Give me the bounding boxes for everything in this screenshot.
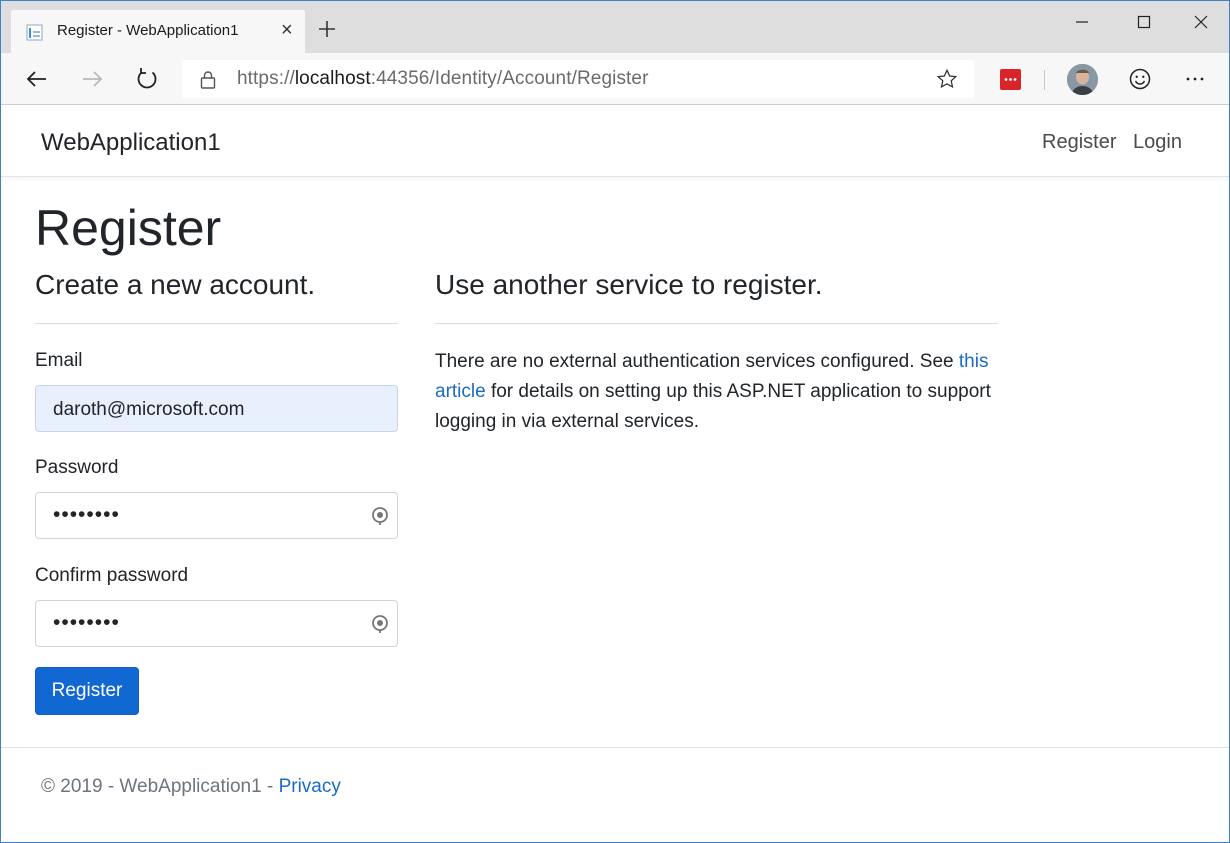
feedback-smiley-icon[interactable] (1128, 67, 1152, 91)
confirm-password-label: Confirm password (35, 565, 189, 586)
external-divider (435, 323, 998, 324)
new-tab-icon[interactable] (315, 17, 339, 41)
form-divider (35, 323, 398, 324)
site-navbar: WebApplication1 Register Login (1, 106, 1229, 177)
close-tab-icon[interactable]: × (281, 20, 293, 40)
external-services-message: There are no external authentication ser… (435, 347, 1005, 437)
page-favicon-icon (26, 24, 43, 41)
lock-icon[interactable] (200, 70, 216, 89)
title-bar: Register - WebApplication1 × (1, 1, 1229, 53)
footer-text: © 2019 - WebApplication1 - Privacy (41, 776, 341, 798)
browser-toolbar: https://localhost:44356/Identity/Account… (1, 53, 1229, 105)
nav-login-link[interactable]: Login (1133, 131, 1182, 154)
confirm-password-reveal-icon[interactable] (370, 614, 390, 634)
password-field[interactable]: •••••••• (35, 492, 398, 539)
forward-arrow-icon[interactable] (78, 65, 106, 93)
password-label: Password (35, 457, 119, 478)
nav-register-link[interactable]: Register (1042, 131, 1116, 154)
external-text-after: for details on setting up this ASP.NET a… (435, 381, 991, 432)
email-label: Email (35, 350, 83, 371)
back-arrow-icon[interactable] (23, 65, 51, 93)
toolbar-divider (1044, 70, 1045, 90)
confirm-password-value: •••••••• (53, 611, 120, 634)
footer-copyright: © 2019 - WebApplication1 - (41, 776, 279, 797)
password-reveal-icon[interactable] (370, 506, 390, 526)
refresh-icon[interactable] (133, 65, 161, 93)
url-host: localhost (294, 68, 371, 89)
external-login-heading: Use another service to register. (435, 269, 823, 300)
form-heading: Create a new account. (35, 269, 316, 300)
brand-link[interactable]: WebApplication1 (41, 129, 221, 157)
page-title: Register (35, 200, 222, 256)
browser-window: Register - WebApplication1 × https://loc… (0, 0, 1230, 843)
url-path: :44356/Identity/Account/Register (370, 68, 649, 89)
password-manager-extension-icon[interactable] (1000, 69, 1021, 90)
minimize-icon[interactable] (1067, 9, 1097, 35)
password-value: •••••••• (53, 503, 120, 526)
email-value: daroth@microsoft.com (53, 399, 245, 420)
tab-title: Register - WebApplication1 (57, 22, 239, 39)
privacy-link[interactable]: Privacy (279, 776, 341, 797)
url-text[interactable]: https://localhost:44356/Identity/Account… (237, 68, 649, 90)
register-submit-button[interactable]: Register (35, 667, 139, 715)
favorite-star-icon[interactable] (936, 68, 958, 90)
confirm-password-field[interactable]: •••••••• (35, 600, 398, 647)
more-options-icon[interactable] (1183, 67, 1207, 91)
browser-tab[interactable]: Register - WebApplication1 × (11, 10, 305, 53)
address-bar[interactable]: https://localhost:44356/Identity/Account… (182, 60, 974, 98)
maximize-icon[interactable] (1129, 9, 1159, 35)
site-footer: © 2019 - WebApplication1 - Privacy (1, 747, 1229, 843)
profile-avatar[interactable] (1067, 64, 1098, 95)
url-scheme: https:// (237, 68, 295, 89)
window-close-icon[interactable] (1186, 9, 1216, 35)
external-text-before: There are no external authentication ser… (435, 351, 959, 372)
email-field[interactable]: daroth@microsoft.com (35, 385, 398, 432)
